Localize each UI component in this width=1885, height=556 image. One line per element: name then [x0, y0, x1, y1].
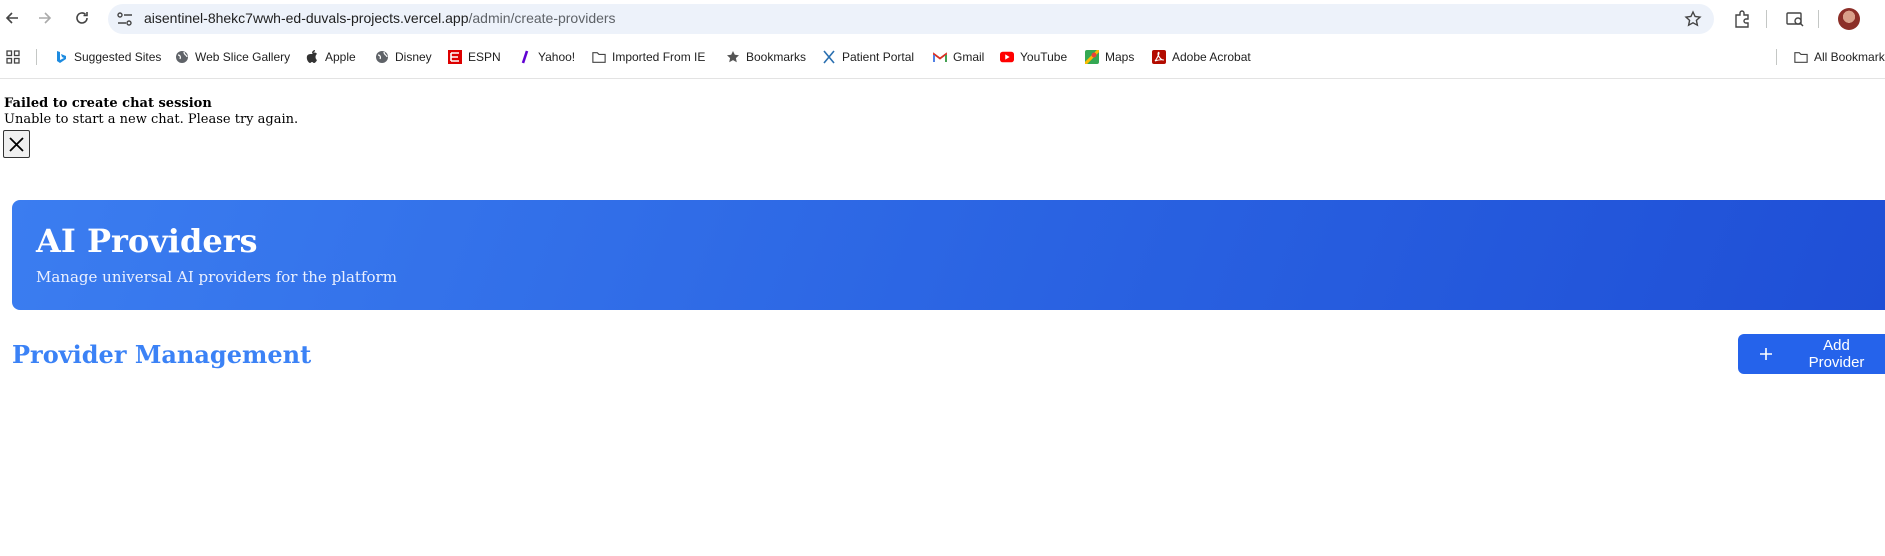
- bookmark-espn[interactable]: ESPN: [448, 47, 501, 67]
- youtube-icon: [1000, 50, 1014, 64]
- add-provider-label: Add Provider: [1808, 337, 1865, 371]
- url-text[interactable]: aisentinel-8hekc7wwh-ed-duvals-projects.…: [144, 10, 616, 26]
- apps-grid-icon: [6, 50, 20, 64]
- bookmarks-bar: Suggested Sites Web Slice Gallery Apple …: [0, 44, 1885, 70]
- gmail-icon: [933, 50, 947, 64]
- globe-icon: [175, 50, 189, 64]
- all-bookmarks-folder[interactable]: All Bookmarks: [1794, 47, 1885, 67]
- site-info-icon[interactable]: [116, 11, 134, 27]
- profile-avatar[interactable]: [1838, 8, 1860, 30]
- bookmark-label: Adobe Acrobat: [1172, 50, 1251, 64]
- bookmark-label: Web Slice Gallery: [195, 50, 291, 64]
- espn-icon: [448, 50, 462, 64]
- bookmark-gmail[interactable]: Gmail: [933, 47, 984, 67]
- bookmark-adobe-acrobat[interactable]: Adobe Acrobat: [1152, 47, 1251, 67]
- url-path: /admin/create-providers: [468, 10, 616, 26]
- error-title: Failed to create chat session: [4, 96, 212, 111]
- acrobat-icon: [1152, 50, 1166, 64]
- bookmark-label: ESPN: [468, 50, 501, 64]
- bookmark-disney[interactable]: Disney: [375, 47, 432, 67]
- bookmark-web-slice-gallery[interactable]: Web Slice Gallery: [175, 47, 290, 67]
- back-arrow-icon: [5, 12, 18, 24]
- bookmark-star-icon[interactable]: [1684, 10, 1702, 28]
- bookmark-label: Maps: [1105, 50, 1135, 64]
- bookmark-youtube[interactable]: YouTube: [1000, 47, 1067, 67]
- bookmark-label: Imported From IE: [612, 50, 706, 64]
- url-host: aisentinel-8hekc7wwh-ed-duvals-projects.…: [144, 10, 469, 26]
- bookmark-label: Gmail: [953, 50, 985, 64]
- bookmark-suggested-sites[interactable]: Suggested Sites: [54, 47, 161, 67]
- globe-icon: [375, 50, 389, 64]
- yahoo-icon: [518, 50, 532, 64]
- browser-toolbar: aisentinel-8hekc7wwh-ed-duvals-projects.…: [0, 0, 1885, 36]
- address-bar[interactable]: aisentinel-8hekc7wwh-ed-duvals-projects.…: [108, 4, 1714, 34]
- forward-button[interactable]: [36, 9, 54, 27]
- cast-search-icon[interactable]: [1786, 10, 1804, 28]
- bookmarks-divider: [1776, 49, 1777, 65]
- folder-icon: [1794, 50, 1808, 64]
- toolbar-divider: [1818, 10, 1819, 28]
- apps-button[interactable]: [6, 47, 20, 67]
- bookmark-label: Bookmarks: [746, 50, 807, 64]
- bookmark-label: Patient Portal: [842, 50, 915, 64]
- bookmark-imported-from-ie[interactable]: Imported From IE: [592, 47, 705, 67]
- all-bookmarks-label: All Bookmarks: [1814, 50, 1885, 64]
- page-title: AI Providers: [36, 222, 258, 260]
- x-logo-icon: [822, 50, 836, 64]
- bookmark-label: Suggested Sites: [74, 50, 162, 64]
- maps-icon: [1085, 50, 1099, 64]
- back-button[interactable]: [3, 9, 21, 27]
- hero-banner: AI Providers Manage universal AI provide…: [12, 200, 1885, 310]
- bookmark-yahoo[interactable]: Yahoo!: [518, 47, 575, 67]
- bookmark-label: Disney: [395, 50, 432, 64]
- bookmark-maps[interactable]: Maps: [1085, 47, 1134, 67]
- add-provider-button[interactable]: Add Provider: [1738, 334, 1885, 374]
- extensions-icon[interactable]: [1733, 10, 1751, 28]
- page-subtitle: Manage universal AI providers for the pl…: [36, 268, 397, 286]
- bookmark-patient-portal[interactable]: Patient Portal: [822, 47, 914, 67]
- bookmark-label: YouTube: [1020, 50, 1068, 64]
- plus-icon: [1758, 346, 1774, 362]
- toolbar-divider: [1766, 10, 1767, 28]
- apple-icon: [305, 50, 319, 64]
- dismiss-error-button[interactable]: [3, 130, 30, 158]
- star-icon: [726, 50, 740, 64]
- bookmark-bookmarks[interactable]: Bookmarks: [726, 47, 806, 67]
- reload-button[interactable]: [73, 9, 91, 27]
- error-message: Unable to start a new chat. Please try a…: [4, 112, 299, 127]
- close-icon: [9, 136, 24, 152]
- folder-icon: [592, 50, 606, 64]
- bookmark-label: Apple: [325, 50, 356, 64]
- bookmarks-divider: [36, 49, 37, 65]
- bookmark-apple[interactable]: Apple: [305, 47, 356, 67]
- bookmark-label: Yahoo!: [538, 50, 576, 64]
- reload-icon: [76, 12, 88, 24]
- chrome-bottom-border: [0, 78, 1885, 79]
- section-title: Provider Management: [12, 340, 312, 369]
- bing-icon: [54, 50, 68, 64]
- forward-arrow-icon: [39, 12, 52, 24]
